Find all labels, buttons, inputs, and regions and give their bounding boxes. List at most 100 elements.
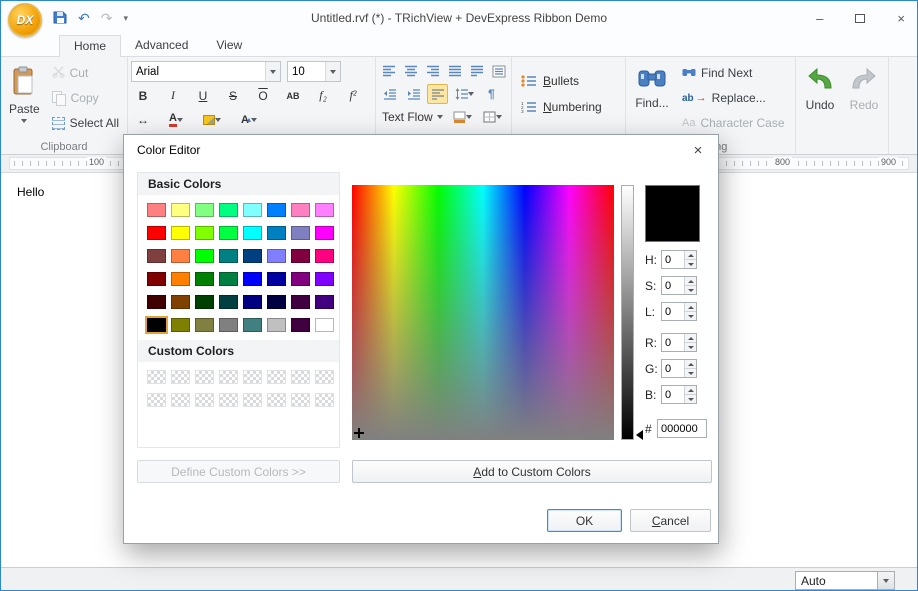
- italic-button[interactable]: I: [161, 85, 185, 106]
- custom-color-slot[interactable]: [267, 370, 286, 384]
- color-swatch[interactable]: [147, 249, 166, 263]
- line-spacing-dropdown-icon[interactable]: [468, 92, 474, 96]
- custom-color-slot[interactable]: [291, 393, 310, 407]
- color-swatch[interactable]: [291, 318, 310, 332]
- field-spin-box[interactable]: [661, 359, 697, 378]
- font-size-combo[interactable]: [287, 61, 341, 82]
- spin-up-icon[interactable]: [685, 277, 696, 286]
- field-spin-box[interactable]: [661, 302, 697, 321]
- custom-color-slot[interactable]: [195, 393, 214, 407]
- hex-input[interactable]: [657, 419, 707, 438]
- application-menu-button[interactable]: DX: [8, 3, 42, 37]
- custom-color-slot[interactable]: [219, 393, 238, 407]
- color-swatch[interactable]: [195, 272, 214, 286]
- copy-button[interactable]: Copy: [47, 86, 124, 110]
- color-swatch[interactable]: [243, 318, 262, 332]
- font-size-dropdown-icon[interactable]: [325, 62, 340, 81]
- luminance-slider[interactable]: [621, 185, 634, 440]
- field-value-input[interactable]: [662, 386, 682, 403]
- redo-button[interactable]: Redo: [843, 61, 885, 112]
- field-value-input[interactable]: [662, 360, 682, 377]
- color-swatch[interactable]: [291, 203, 310, 217]
- paragraph-shading-button[interactable]: [449, 107, 476, 127]
- ok-button[interactable]: OK: [547, 509, 622, 532]
- color-swatch[interactable]: [243, 249, 262, 263]
- cut-button[interactable]: Cut: [47, 61, 124, 85]
- bullets-button[interactable]: Bullets: [515, 68, 622, 94]
- strikethrough-button[interactable]: S: [221, 85, 245, 106]
- justify-button[interactable]: [445, 61, 464, 81]
- numbering-button[interactable]: 123 Numbering: [515, 94, 622, 120]
- color-swatch[interactable]: [195, 249, 214, 263]
- spin-up-icon[interactable]: [685, 334, 696, 343]
- color-swatch[interactable]: [243, 295, 262, 309]
- color-swatch[interactable]: [171, 318, 190, 332]
- color-swatch[interactable]: [267, 203, 286, 217]
- color-swatch[interactable]: [147, 272, 166, 286]
- undo-button[interactable]: Undo: [799, 61, 841, 112]
- character-spacing-button[interactable]: ↔: [131, 109, 155, 130]
- paste-dropdown-icon[interactable]: [21, 119, 27, 123]
- color-swatch[interactable]: [219, 272, 238, 286]
- field-spin-box[interactable]: [661, 385, 697, 404]
- font-name-input[interactable]: [132, 66, 265, 78]
- font-name-dropdown-icon[interactable]: [265, 62, 280, 81]
- field-spin-box[interactable]: [661, 276, 697, 295]
- spin-up-icon[interactable]: [685, 303, 696, 312]
- paragraph-borders-button[interactable]: [479, 107, 506, 127]
- color-swatch[interactable]: [195, 295, 214, 309]
- select-all-button[interactable]: Select All: [47, 111, 124, 135]
- custom-color-slot[interactable]: [243, 393, 262, 407]
- font-name-combo[interactable]: [131, 61, 281, 82]
- custom-color-slot[interactable]: [219, 370, 238, 384]
- color-swatch[interactable]: [171, 249, 190, 263]
- all-caps-button[interactable]: AB: [281, 85, 305, 106]
- custom-color-slot[interactable]: [147, 393, 166, 407]
- custom-color-slot[interactable]: [315, 370, 334, 384]
- color-swatch[interactable]: [315, 318, 334, 332]
- color-swatch[interactable]: [147, 295, 166, 309]
- align-center-button[interactable]: [401, 61, 420, 81]
- color-field-marker[interactable]: [354, 428, 364, 438]
- paragraph-marks-button[interactable]: ¶: [481, 84, 502, 104]
- color-swatch[interactable]: [315, 272, 334, 286]
- color-swatch[interactable]: [267, 226, 286, 240]
- spin-up-icon[interactable]: [685, 386, 696, 395]
- hue-saturation-field[interactable]: [352, 185, 614, 440]
- minimize-icon[interactable]: –: [816, 11, 823, 26]
- field-value-input[interactable]: [662, 277, 682, 294]
- color-swatch[interactable]: [291, 272, 310, 286]
- font-effects-dropdown-icon[interactable]: [251, 118, 257, 122]
- font-size-input[interactable]: [288, 66, 325, 78]
- custom-color-slot[interactable]: [171, 393, 190, 407]
- color-swatch[interactable]: [291, 295, 310, 309]
- cancel-button[interactable]: Cancel: [630, 509, 711, 532]
- custom-color-slot[interactable]: [315, 393, 334, 407]
- redo-icon[interactable]: ↷: [101, 11, 113, 25]
- maximize-icon[interactable]: [855, 14, 865, 23]
- spin-down-icon[interactable]: [685, 260, 696, 268]
- align-right-button[interactable]: [423, 61, 442, 81]
- qat-customize-chevron-icon[interactable]: ▾: [123, 13, 128, 24]
- color-swatch[interactable]: [315, 226, 334, 240]
- tab-home[interactable]: Home: [59, 35, 121, 57]
- distribute-button[interactable]: [467, 61, 486, 81]
- align-left-button[interactable]: [379, 61, 398, 81]
- spin-down-icon[interactable]: [685, 312, 696, 320]
- spin-up-icon[interactable]: [685, 360, 696, 369]
- vertical-align-button[interactable]: [489, 61, 508, 81]
- line-spacing-button[interactable]: [451, 84, 478, 104]
- color-swatch[interactable]: [147, 226, 166, 240]
- underline-button[interactable]: U: [191, 85, 215, 106]
- custom-color-slot[interactable]: [243, 370, 262, 384]
- undo-icon[interactable]: ↶: [78, 11, 90, 25]
- field-spin-box[interactable]: [661, 333, 697, 352]
- spin-down-icon[interactable]: [685, 343, 696, 351]
- font-color-dropdown-icon[interactable]: [177, 118, 183, 122]
- custom-color-slot[interactable]: [147, 370, 166, 384]
- show-formatting-marks-button[interactable]: [427, 84, 448, 104]
- color-swatch[interactable]: [195, 318, 214, 332]
- color-swatch[interactable]: [243, 203, 262, 217]
- find-next-button[interactable]: Find Next: [677, 61, 790, 85]
- zoom-combo[interactable]: Auto: [795, 571, 895, 590]
